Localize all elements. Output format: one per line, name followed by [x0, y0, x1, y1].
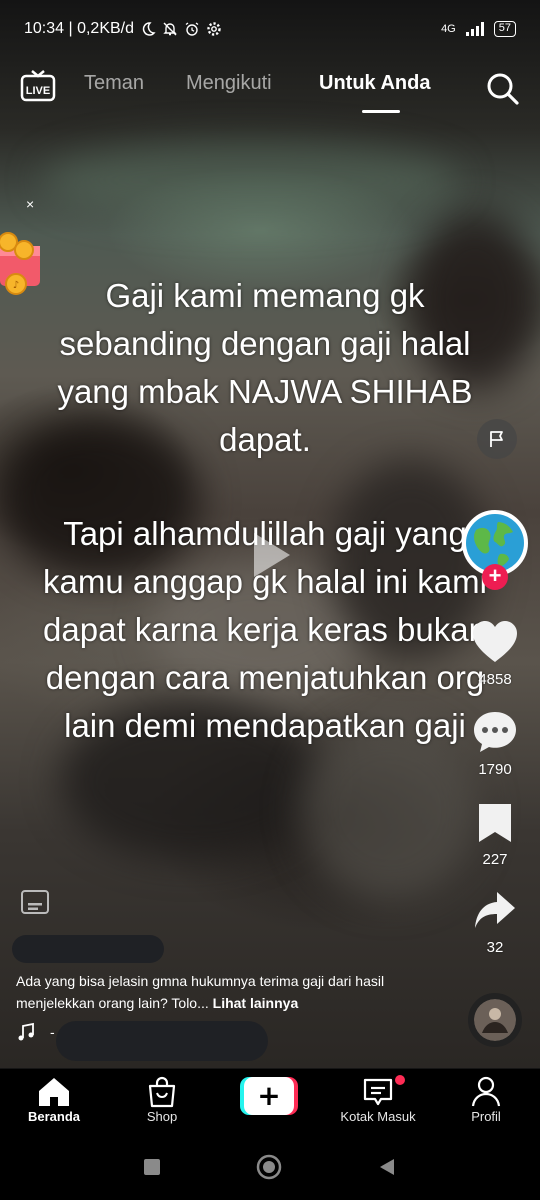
- report-flag-button[interactable]: [477, 419, 517, 459]
- search-icon[interactable]: [484, 70, 520, 106]
- tab-untuk-anda[interactable]: Untuk Anda: [319, 72, 430, 95]
- tab-kotak-masuk[interactable]: Kotak Masuk: [333, 1075, 423, 1124]
- inbox-icon: [363, 1078, 393, 1106]
- comment-button[interactable]: 1790: [466, 710, 524, 778]
- live-label: LIVE: [26, 85, 50, 97]
- captions-icon[interactable]: [20, 888, 50, 916]
- active-tab-indicator: [362, 110, 400, 113]
- music-disc-avatar[interactable]: [468, 993, 522, 1047]
- top-nav: LIVE Teman Mengikuti Untuk Anda: [0, 58, 540, 118]
- bell-off-icon: [163, 22, 177, 36]
- share-count: 32: [486, 939, 504, 956]
- share-button[interactable]: 32: [466, 890, 524, 956]
- status-time: 10:34 | 0,2KB/d: [24, 20, 135, 37]
- video-description[interactable]: Ada yang bisa jelasin gmna hukumnya teri…: [16, 970, 456, 1014]
- bookmark-count: 227: [482, 851, 508, 868]
- tab-teman[interactable]: Teman: [84, 72, 144, 95]
- flag-icon: [490, 431, 503, 447]
- music-note-icon: [18, 1022, 34, 1041]
- status-bar: 10:34 | 0,2KB/d 4G 57: [0, 0, 540, 58]
- see-more-link[interactable]: Lihat lainnya: [213, 995, 299, 1011]
- svg-text:♪: ♪: [13, 280, 19, 291]
- music-row[interactable]: -: [16, 1022, 55, 1042]
- like-count: 4858: [478, 671, 512, 688]
- tab-shop-label: Shop: [146, 1109, 178, 1124]
- bookmark-icon: [479, 804, 511, 842]
- recents-square-icon[interactable]: [143, 1158, 161, 1176]
- music-title-redacted: [56, 1021, 268, 1061]
- home-icon: [39, 1078, 69, 1106]
- video-overlay-text-1: Gaji kami memang gk sebanding dengan gaj…: [57, 277, 473, 458]
- create-plus-icon: +: [257, 1079, 280, 1112]
- home-circle-icon[interactable]: [256, 1154, 282, 1180]
- back-triangle-icon[interactable]: [378, 1158, 396, 1176]
- description-text: Ada yang bisa jelasin gmna hukumnya teri…: [16, 973, 385, 1011]
- disc-thumbnail-icon: [474, 999, 516, 1041]
- gift-close-icon[interactable]: ×: [26, 196, 34, 212]
- moon-icon: [142, 22, 156, 36]
- profile-icon: [471, 1076, 501, 1107]
- follow-button[interactable]: +: [482, 564, 508, 590]
- tab-profil[interactable]: Profil: [441, 1075, 531, 1124]
- music-prefix: -: [50, 1024, 55, 1040]
- inbox-notification-dot: [395, 1075, 405, 1085]
- network-type: 4G: [441, 23, 456, 35]
- play-icon[interactable]: [250, 530, 294, 580]
- like-button[interactable]: 4858: [466, 620, 524, 688]
- bottom-tab-bar: Beranda Shop + Kotak Masuk Profil: [0, 1068, 540, 1134]
- signal-icon: [465, 22, 484, 36]
- alarm-icon: [185, 22, 199, 36]
- battery-indicator: 57: [493, 21, 516, 37]
- tab-mengikuti[interactable]: Mengikuti: [186, 72, 272, 95]
- tab-beranda-label: Beranda: [27, 1109, 81, 1124]
- heart-icon: [473, 621, 517, 662]
- settings-icon: [207, 22, 221, 36]
- tab-beranda[interactable]: Beranda: [9, 1075, 99, 1124]
- share-arrow-icon: [475, 892, 515, 928]
- tab-profil-label: Profil: [471, 1109, 501, 1124]
- shop-bag-icon: [148, 1076, 176, 1108]
- comment-icon: [474, 712, 516, 752]
- live-icon[interactable]: LIVE: [20, 70, 56, 102]
- create-video-button[interactable]: +: [240, 1077, 298, 1115]
- system-navigation-bar: [0, 1134, 540, 1200]
- username-redacted[interactable]: [12, 935, 164, 963]
- tab-kotak-masuk-label: Kotak Masuk: [340, 1109, 416, 1124]
- tab-shop[interactable]: Shop: [117, 1075, 207, 1124]
- comment-count: 1790: [478, 761, 512, 778]
- bookmark-button[interactable]: 227: [466, 802, 524, 868]
